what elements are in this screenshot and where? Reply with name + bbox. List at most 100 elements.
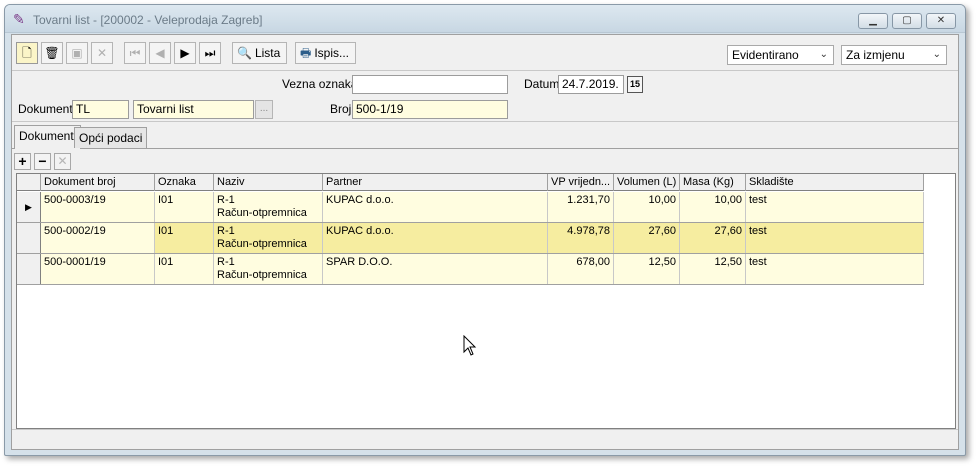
cell-volumen[interactable]: 10,00 (614, 192, 680, 222)
row-indicator (17, 223, 41, 253)
mouse-pointer-icon (463, 335, 477, 356)
cell-masa[interactable]: 10,00 (680, 192, 746, 222)
cell-vp-vrijednost[interactable]: 1.231,70 (548, 192, 614, 222)
cell-volumen[interactable]: 12,50 (614, 254, 680, 284)
grid-toolbar: + − ✕ (12, 151, 958, 173)
vezna-oznaka-label: Vezna oznaka (282, 77, 358, 91)
cell-naziv[interactable]: R-1 Račun-otpremnica (214, 223, 323, 253)
column-header[interactable]: Skladište (746, 174, 924, 191)
next-record-button[interactable]: ▶ (174, 42, 196, 64)
cell-naziv[interactable]: R-1 Račun-otpremnica (214, 192, 323, 222)
calendar-icon[interactable]: 15 (627, 76, 643, 93)
cell-volumen[interactable]: 27,60 (614, 223, 680, 253)
column-header[interactable]: Oznaka (155, 174, 214, 191)
cell-naziv-line2: Račun-otpremnica (217, 207, 307, 219)
cell-dokument-broj[interactable]: 500-0003/19 (41, 192, 155, 222)
mode-select-value: Za izmjenu (846, 48, 905, 62)
column-header[interactable]: Partner (323, 174, 548, 191)
cell-naziv[interactable]: R-1 Račun-otpremnica (214, 254, 323, 284)
broj-input[interactable]: 500-1/19 (352, 100, 508, 119)
save-icon: ▣ (71, 46, 83, 60)
first-record-button[interactable]: ⏮ (124, 42, 146, 64)
cell-oznaka[interactable]: I01 (155, 254, 214, 284)
title-bar[interactable]: ✎ Tovarni list - [200002 - Veleprodaja Z… (5, 5, 965, 33)
close-button[interactable]: ✕ (926, 13, 956, 29)
new-document-button[interactable]: 🗋 (16, 42, 38, 64)
table-row[interactable]: 500-0002/19 I01 R-1 Račun-otpremnica KUPA… (17, 223, 924, 254)
save-button[interactable]: ▣ (66, 42, 88, 64)
cell-dokument-broj[interactable]: 500-0001/19 (41, 254, 155, 284)
table-row[interactable]: 500-0001/19 I01 R-1 Račun-otpremnica SPAR… (17, 254, 924, 285)
dokument-code-input[interactable]: TL (72, 100, 129, 119)
cell-partner[interactable]: KUPAC d.o.o. (323, 223, 548, 253)
column-header[interactable]: VP vrijedn... (548, 174, 614, 191)
cell-skladiste[interactable]: test (746, 223, 924, 253)
cell-partner[interactable]: SPAR D.O.O. (323, 254, 548, 284)
ispis-button[interactable]: 🖶 Ispis... (295, 42, 357, 64)
column-header[interactable]: Masa (Kg) (680, 174, 746, 191)
first-record-icon: ⏮ (129, 46, 141, 60)
minimize-button[interactable]: ▁ (858, 13, 888, 29)
plus-icon: + (18, 153, 27, 169)
cell-partner[interactable]: KUPAC d.o.o. (323, 192, 548, 222)
grid-header: Dokument broj Oznaka Naziv Partner VP vr… (17, 174, 924, 191)
grid-corner (17, 174, 41, 191)
last-record-button[interactable]: ⏭ (199, 42, 221, 64)
list-search-icon: 🔍 (237, 46, 252, 60)
next-icon: ▶ (180, 46, 190, 60)
previous-record-button[interactable]: ◀ (149, 42, 171, 64)
cancel-row-button[interactable]: ✕ (54, 153, 71, 170)
cell-oznaka[interactable]: I01 (155, 192, 214, 222)
chevron-down-icon: ⌄ (932, 49, 941, 60)
toolbar: 🗋 🗑 ▣ ✕ ⏮ ◀ ▶ ⏭ 🔍 Lista 🖶 Ispis... Evident… (12, 35, 958, 71)
cell-naziv-line1: R-1 (217, 225, 235, 237)
chevron-down-icon: ⌄ (819, 49, 828, 60)
main-content: 🗋 🗑 ▣ ✕ ⏮ ◀ ▶ ⏭ 🔍 Lista 🖶 Ispis... Evident… (11, 34, 959, 450)
dokument-lookup-button[interactable]: ... (255, 100, 273, 119)
new-document-icon: 🗋 (22, 46, 32, 60)
cancel-x-icon: ✕ (96, 46, 108, 60)
column-header[interactable]: Dokument broj (41, 174, 155, 191)
cell-masa[interactable]: 27,60 (680, 223, 746, 253)
printer-icon: 🖶 (300, 46, 312, 60)
status-select-value: Evidentirano (732, 48, 799, 62)
cell-dokument-broj[interactable]: 500-0002/19 (41, 223, 155, 253)
delete-button[interactable]: 🗑 (41, 42, 63, 64)
tab-strip: Dokumenti Opći podaci (12, 125, 958, 149)
cell-vp-vrijednost[interactable]: 4.978,78 (548, 223, 614, 253)
column-header[interactable]: Naziv (214, 174, 323, 191)
vezna-oznaka-input[interactable] (352, 75, 508, 94)
add-row-button[interactable]: + (14, 153, 31, 170)
tab-dokumenti[interactable]: Dokumenti (14, 125, 82, 149)
cell-oznaka[interactable]: I01 (155, 223, 214, 253)
cell-skladiste[interactable]: test (746, 192, 924, 222)
row-indicator (17, 254, 41, 284)
last-record-icon: ⏭ (204, 46, 216, 60)
cell-masa[interactable]: 12,50 (680, 254, 746, 284)
documents-grid[interactable]: Dokument broj Oznaka Naziv Partner VP vr… (16, 173, 956, 429)
tab-opci-podaci[interactable]: Opći podaci (74, 127, 148, 148)
mode-select[interactable]: Za izmjenu ⌄ (841, 45, 947, 65)
maximize-button[interactable]: ▢ (892, 13, 922, 29)
minus-icon: − (38, 153, 47, 169)
lista-button[interactable]: 🔍 Lista (232, 42, 288, 64)
cell-skladiste[interactable]: test (746, 254, 924, 284)
cancel-x-icon: ✕ (57, 154, 68, 168)
status-select[interactable]: Evidentirano ⌄ (727, 45, 834, 65)
remove-row-button[interactable]: − (34, 153, 51, 170)
ispis-label: Ispis... (314, 46, 350, 60)
dokument-name-input[interactable]: Tovarni list (133, 100, 254, 119)
cell-naziv-line2: Račun-otpremnica (217, 238, 307, 250)
table-row[interactable]: ▶ 500-0003/19 I01 R-1 Račun-otpremnica KU… (17, 192, 924, 223)
cancel-button[interactable]: ✕ (91, 42, 113, 64)
header-form: Vezna oznaka Datum 24.7.2019. 15 Dokumen… (12, 72, 958, 122)
datum-input[interactable]: 24.7.2019. (558, 75, 624, 94)
datum-label: Datum (524, 77, 560, 91)
cell-naziv-line2: Račun-otpremnica (217, 269, 307, 281)
app-window: ✎ Tovarni list - [200002 - Veleprodaja Z… (4, 4, 966, 456)
document-pen-icon: ✎ (13, 11, 25, 27)
current-row-indicator-icon: ▶ (17, 192, 41, 222)
column-header[interactable]: Volumen (L) (614, 174, 680, 191)
cell-vp-vrijednost[interactable]: 678,00 (548, 254, 614, 284)
lista-label: Lista (254, 46, 281, 60)
